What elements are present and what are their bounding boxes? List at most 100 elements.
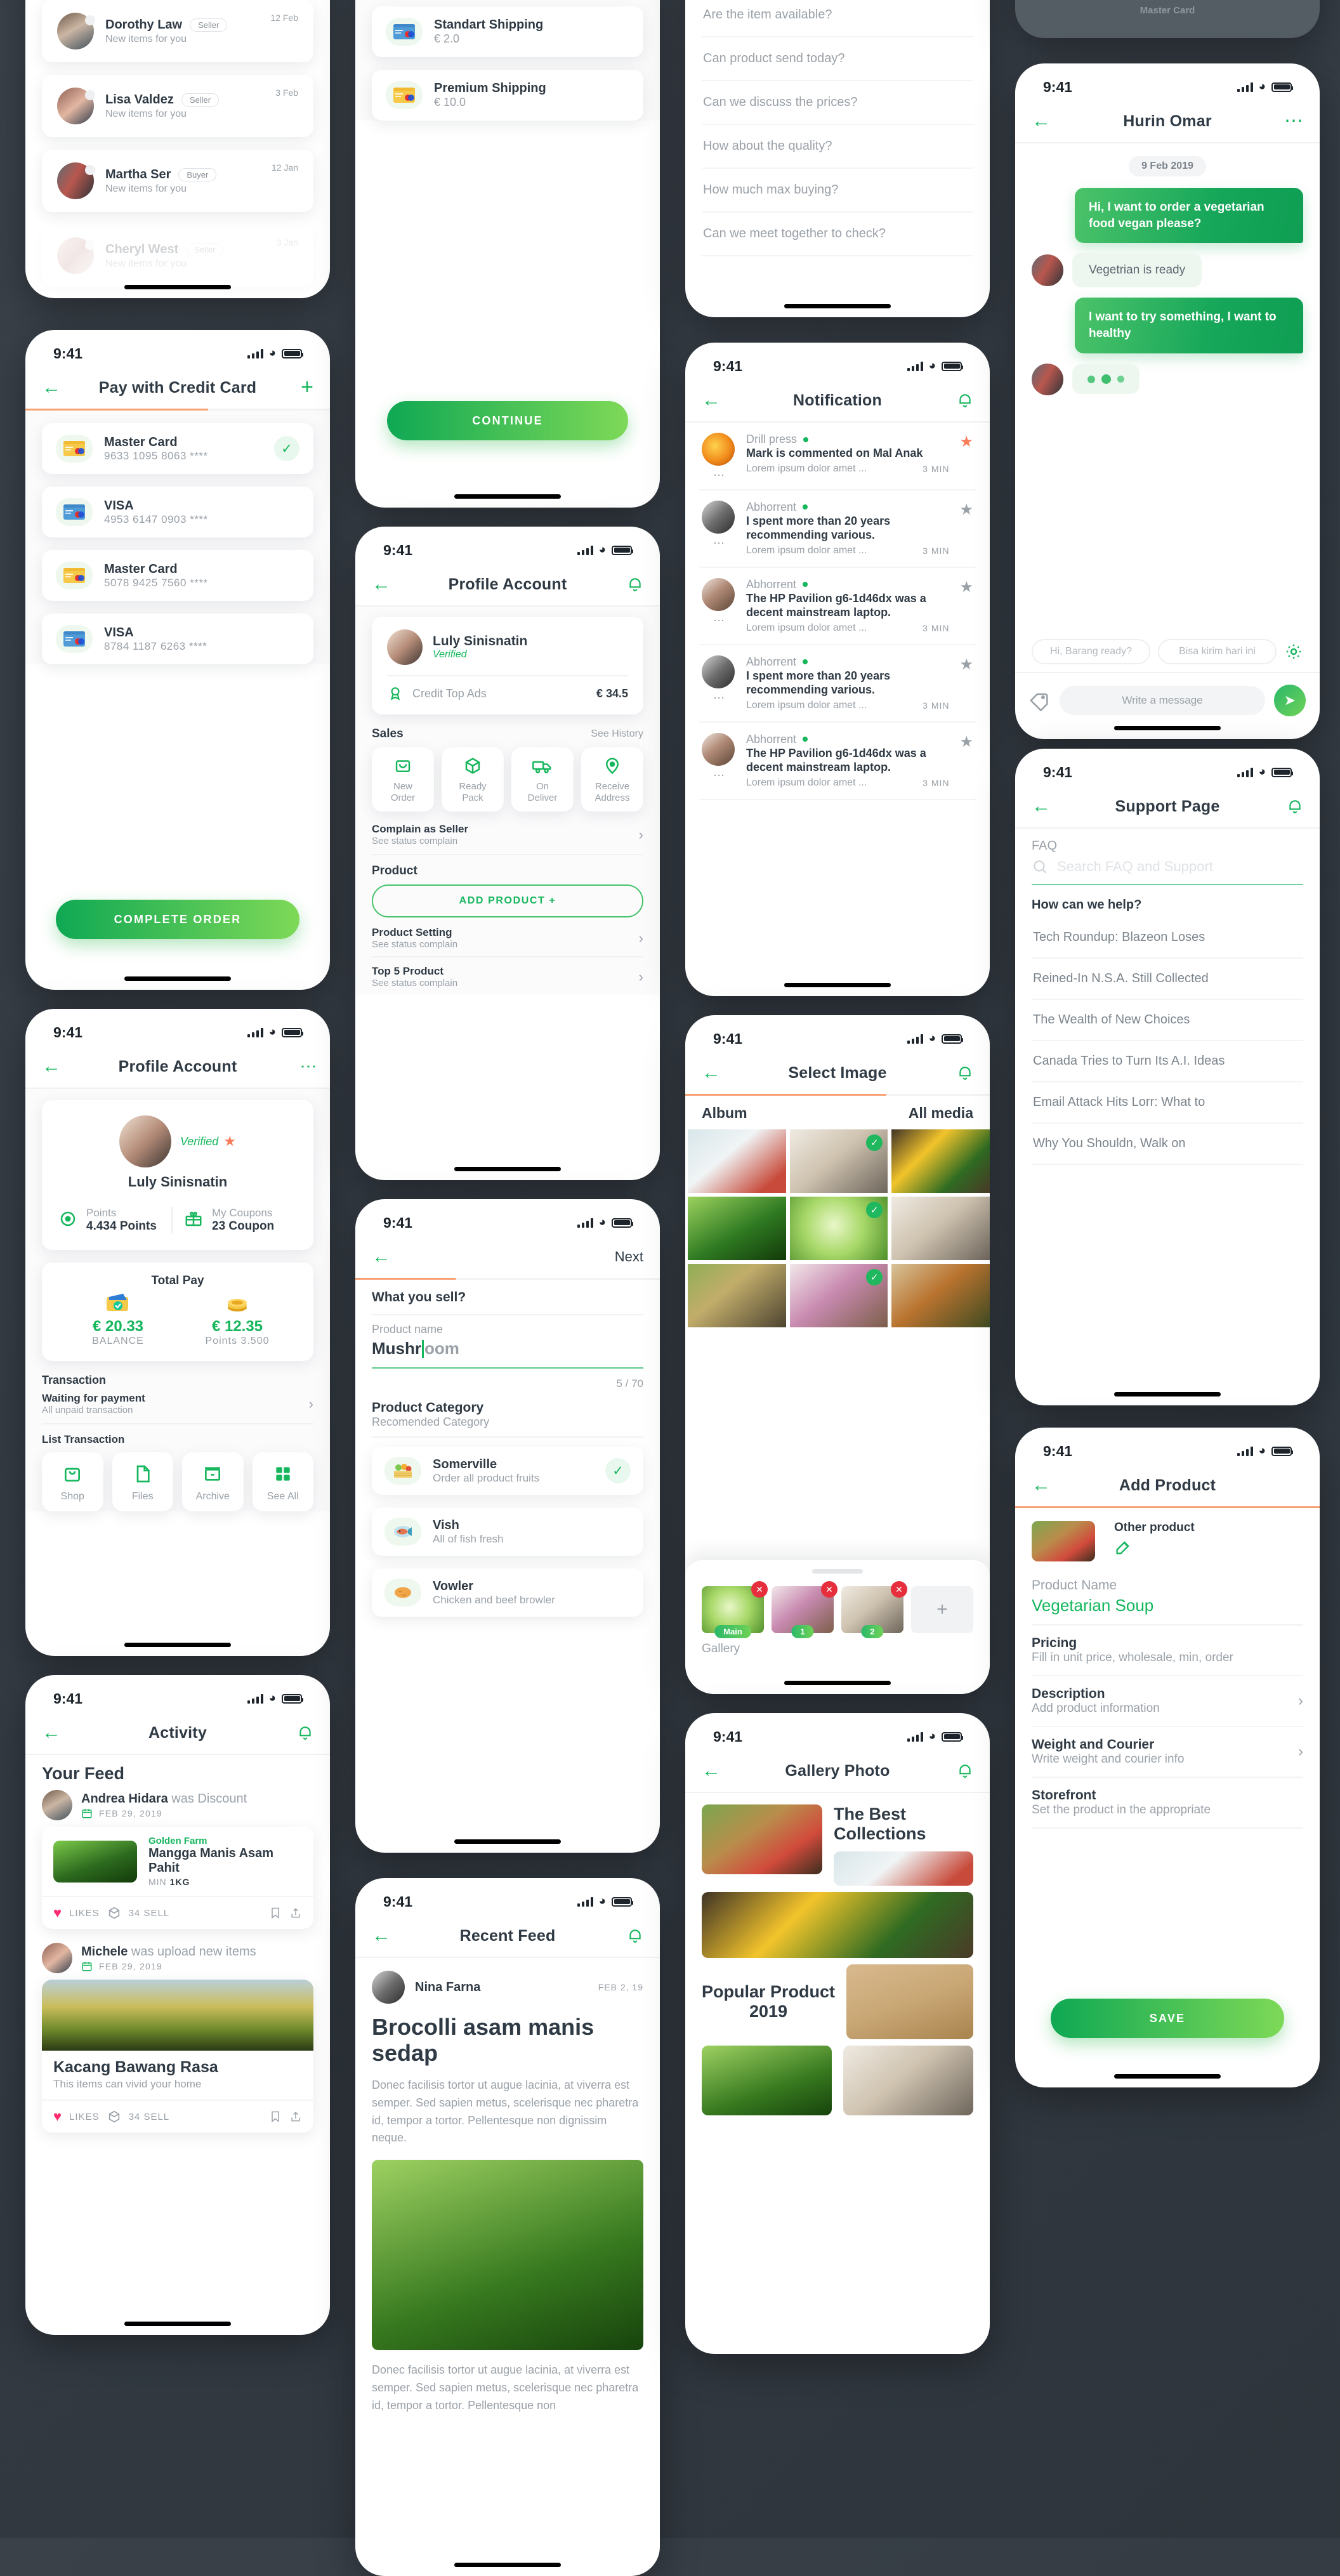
- add-product-row[interactable]: Storefront Set the product in the approp…: [1032, 1778, 1303, 1829]
- back-arrow-icon[interactable]: ←: [702, 1761, 721, 1780]
- back-arrow-icon[interactable]: ←: [702, 1063, 721, 1082]
- post-card[interactable]: Golden Farm Mangga Manis Asam Pahit MIN …: [42, 1827, 313, 1929]
- notification-bell-button[interactable]: [957, 392, 973, 409]
- message-input[interactable]: Write a message: [1060, 686, 1265, 715]
- add-product-row[interactable]: Weight and Courier Write weight and cour…: [1032, 1727, 1303, 1778]
- chat-suggestion-chip[interactable]: Hi, Barang ready?: [1032, 639, 1150, 664]
- quick-question-item[interactable]: Can we meet together to check?: [702, 213, 973, 256]
- credit-card-row[interactable]: Master Card 9633 1095 8063 **** ✓: [42, 423, 313, 474]
- gallery-grid-item[interactable]: ✓: [789, 1264, 888, 1327]
- product-name-input[interactable]: Mushr oom: [372, 1339, 643, 1358]
- shipping-option-row[interactable]: Premium Shipping € 10.0: [372, 70, 643, 121]
- back-arrow-icon[interactable]: ←: [42, 378, 61, 397]
- category-row[interactable]: Vowler Chicken and beef browler: [372, 1568, 643, 1617]
- back-arrow-icon[interactable]: ←: [702, 391, 721, 410]
- selected-thumb[interactable]: ✕ 1: [772, 1581, 838, 1638]
- save-button[interactable]: SAVE: [1051, 1999, 1284, 2038]
- see-history-link[interactable]: See History: [591, 728, 643, 740]
- notification-row[interactable]: ⋯ Drill press Mark is commented on Mal A…: [699, 423, 976, 490]
- back-arrow-icon[interactable]: ←: [372, 1247, 391, 1266]
- bookmark-icon[interactable]: [269, 2110, 282, 2123]
- list-transaction-tile[interactable]: Files: [112, 1452, 173, 1511]
- post-card[interactable]: Kacang Bawang Rasa This items can vivid …: [42, 1980, 313, 2132]
- faq-item[interactable]: Email Attack Hits Lorr: What to: [1032, 1082, 1303, 1124]
- chat-suggestion-chip[interactable]: Bisa kirim hari ini: [1158, 639, 1277, 664]
- add-product-button[interactable]: ADD PRODUCT +: [372, 884, 643, 917]
- notification-row[interactable]: ⋯ Abhorrent The HP Pavilion g6-1d46dx wa…: [699, 568, 976, 645]
- category-row[interactable]: Somerville Order all product fruits ✓: [372, 1447, 643, 1495]
- tab-all-media[interactable]: All media: [909, 1105, 973, 1122]
- bookmark-icon[interactable]: [269, 1907, 282, 1919]
- settings-gear-icon[interactable]: [1284, 642, 1303, 661]
- quick-question-item[interactable]: How about the quality?: [702, 125, 973, 169]
- list-transaction-tile[interactable]: Shop: [42, 1452, 103, 1511]
- back-arrow-icon[interactable]: ←: [42, 1057, 61, 1076]
- more-dots-icon[interactable]: ⋯: [702, 615, 736, 626]
- add-card-button[interactable]: +: [301, 376, 313, 398]
- remove-icon[interactable]: ✕: [751, 1581, 768, 1598]
- search-faq-input[interactable]: Search FAQ and Support: [1032, 858, 1303, 875]
- credit-top-ads-row[interactable]: Credit Top Ads € 34.5: [387, 676, 628, 702]
- notification-row[interactable]: ⋯ Abhorrent I spent more than 20 years r…: [699, 490, 976, 568]
- faq-item[interactable]: Why You Shouldn, Walk on: [1032, 1124, 1303, 1165]
- faq-item[interactable]: Canada Tries to Turn Its A.I. Ideas: [1032, 1041, 1303, 1082]
- tag-icon[interactable]: [1029, 690, 1051, 711]
- gallery-tile[interactable]: [834, 1851, 973, 1886]
- list-item[interactable]: Lisa Valdez Seller New items for you 3 F…: [42, 75, 313, 137]
- notification-row[interactable]: ⋯ Abhorrent I spent more than 20 years r…: [699, 645, 976, 723]
- send-button[interactable]: ➤: [1274, 685, 1306, 716]
- list-item[interactable]: Cheryl West Seller New items for you 3 J…: [42, 225, 313, 287]
- add-product-row[interactable]: Pricing Fill in unit price, wholesale, m…: [1032, 1626, 1303, 1676]
- list-item[interactable]: Martha Ser Buyer New items for you 12 Ja…: [42, 150, 313, 212]
- notification-bell-button[interactable]: [627, 576, 643, 593]
- notification-bell-button[interactable]: [957, 1065, 973, 1081]
- back-arrow-icon[interactable]: ←: [1032, 112, 1051, 131]
- tab-album[interactable]: Album: [702, 1105, 909, 1122]
- credit-card-row[interactable]: VISA 8784 1187 6263 ****: [42, 614, 313, 664]
- quick-question-item[interactable]: Can we discuss the prices?: [702, 81, 973, 125]
- sales-tile[interactable]: Ready Pack: [442, 747, 504, 812]
- list-item[interactable]: Dorothy Law Seller New items for you 12 …: [42, 0, 313, 62]
- gallery-grid-item[interactable]: [688, 1197, 786, 1260]
- heart-icon[interactable]: ♥: [53, 1905, 62, 1921]
- selected-thumb[interactable]: ✕ Main: [702, 1581, 768, 1638]
- shipping-option-row[interactable]: Standart Shipping € 2.0: [372, 6, 643, 57]
- gallery-grid-item[interactable]: ✓: [789, 1197, 888, 1260]
- gallery-tile[interactable]: [702, 1892, 973, 1959]
- heart-icon[interactable]: ♥: [53, 2108, 62, 2125]
- share-icon[interactable]: [289, 1907, 302, 1919]
- gallery-grid-item[interactable]: [688, 1129, 786, 1193]
- more-dots-icon[interactable]: ⋯: [702, 470, 736, 481]
- sheet-handle[interactable]: [812, 1569, 863, 1574]
- star-icon[interactable]: ★: [959, 433, 973, 451]
- list-transaction-tile[interactable]: See All: [252, 1452, 313, 1511]
- credit-card-row[interactable]: VISA 4953 6147 0903 ****: [42, 487, 313, 537]
- gallery-tile[interactable]: [846, 1964, 973, 2040]
- notification-bell-button[interactable]: [627, 1928, 643, 1944]
- notification-bell-button[interactable]: [297, 1725, 313, 1741]
- back-arrow-icon[interactable]: ←: [372, 575, 391, 594]
- star-icon[interactable]: ★: [959, 655, 973, 674]
- back-arrow-icon[interactable]: ←: [1032, 797, 1051, 816]
- sales-tile[interactable]: New Order: [372, 747, 434, 812]
- transaction-row[interactable]: Waiting for payment All unpaid transacti…: [42, 1390, 313, 1423]
- edit-icon[interactable]: [1114, 1539, 1132, 1556]
- add-image-tile[interactable]: +: [911, 1586, 973, 1633]
- share-icon[interactable]: [289, 2110, 302, 2123]
- gallery-tile[interactable]: [843, 2046, 973, 2116]
- gallery-grid-item[interactable]: [891, 1129, 990, 1193]
- faq-item[interactable]: The Wealth of New Choices: [1032, 1000, 1303, 1041]
- product-setting-row[interactable]: Product Setting See status complain ›: [372, 917, 643, 956]
- product-name-value[interactable]: Vegetarian Soup: [1032, 1596, 1303, 1615]
- continue-button[interactable]: CONTINUE: [387, 401, 628, 440]
- star-icon[interactable]: ★: [959, 578, 973, 596]
- next-button[interactable]: Next: [615, 1249, 643, 1265]
- gallery-grid-item[interactable]: [688, 1264, 786, 1327]
- list-transaction-tile[interactable]: Archive: [182, 1452, 244, 1511]
- more-options-icon[interactable]: ⋮: [299, 1058, 319, 1075]
- gallery-grid-item[interactable]: [891, 1264, 990, 1327]
- gallery-tile[interactable]: [702, 1804, 822, 1874]
- quick-question-item[interactable]: How much max buying?: [702, 169, 973, 213]
- back-arrow-icon[interactable]: ←: [42, 1723, 61, 1742]
- selected-thumb[interactable]: ✕ 2: [841, 1581, 907, 1638]
